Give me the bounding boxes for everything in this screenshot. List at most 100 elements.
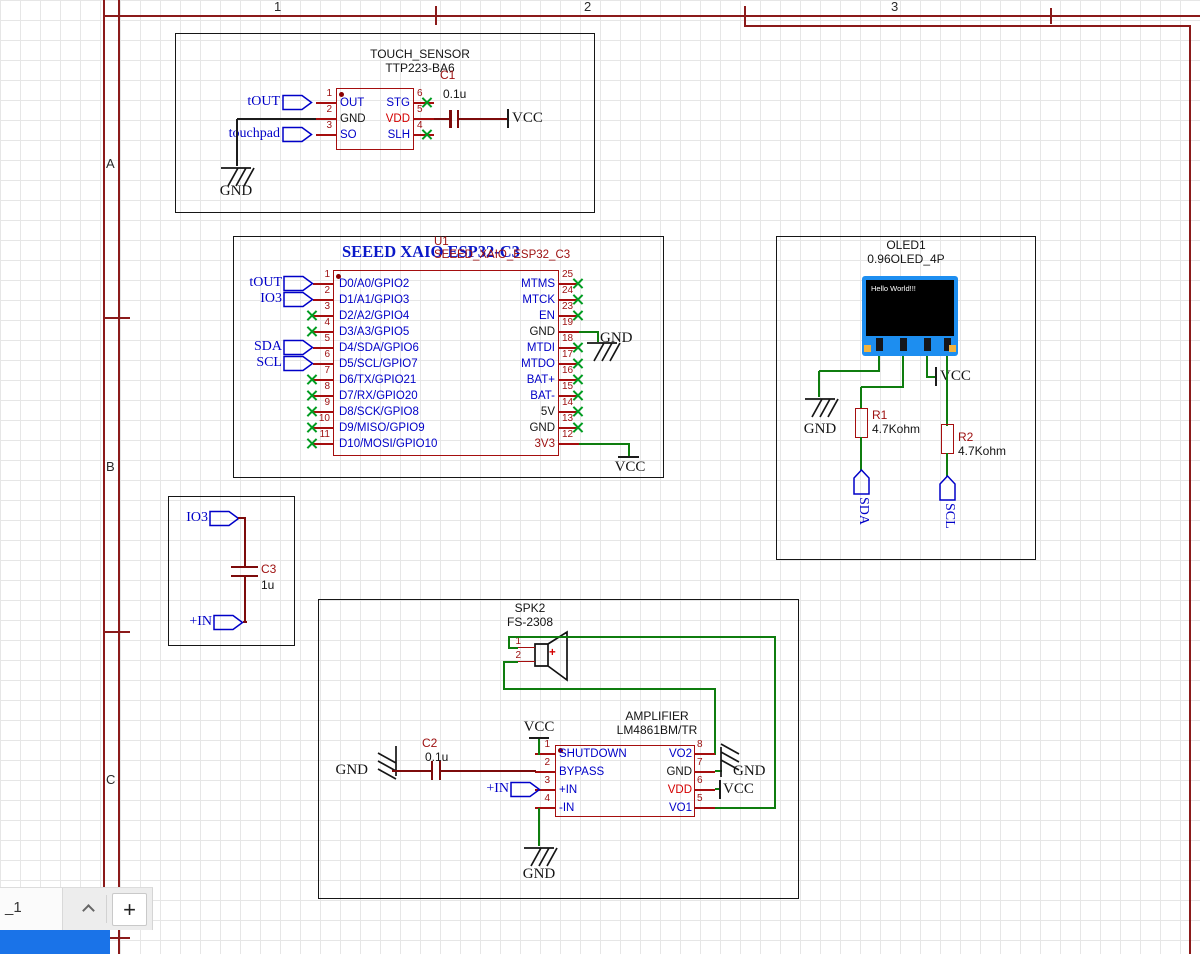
spk-part[interactable]: FS-2308	[494, 615, 566, 630]
wire[interactable]	[579, 443, 630, 445]
capacitor-plate[interactable]	[231, 566, 258, 569]
wire[interactable]	[860, 386, 904, 388]
pin-row[interactable]: 4 -IN VO1 5	[520, 793, 730, 817]
net-flag-arrow-icon[interactable]	[853, 469, 870, 495]
wire[interactable]	[773, 636, 776, 809]
part-name[interactable]: SEEED_XAIO_ESP32_C3	[434, 249, 570, 262]
pin-row[interactable]: 3 D2/A2/GPIO4 EN 23	[300, 301, 600, 324]
net-label-scl[interactable]: SCL	[240, 355, 282, 371]
resistor-refdes[interactable]: R2	[958, 430, 973, 445]
cap-refdes[interactable]: C3	[261, 562, 276, 577]
net-label-touchpad[interactable]: touchpad	[212, 126, 280, 142]
wire[interactable]	[502, 661, 505, 690]
no-connect-x-icon[interactable]	[572, 390, 583, 401]
net-label-scl[interactable]: SCL	[941, 503, 957, 539]
wire[interactable]	[503, 660, 518, 663]
no-connect-x-icon[interactable]	[572, 422, 583, 433]
net-flag-arrow-icon[interactable]	[283, 355, 314, 372]
resistor-value[interactable]: 4.7Kohm	[958, 444, 1006, 459]
wire[interactable]	[945, 356, 948, 426]
capacitor-plate[interactable]	[449, 110, 452, 128]
net-label-plus-in[interactable]: +IN	[473, 781, 509, 797]
wire[interactable]	[441, 770, 536, 772]
no-connect-x-icon[interactable]	[572, 406, 583, 417]
wire[interactable]	[244, 576, 246, 622]
part-name[interactable]: 0.96OLED_4P	[846, 252, 966, 267]
no-connect-x-icon[interactable]	[572, 374, 583, 385]
taskbar-fragment[interactable]	[0, 930, 110, 954]
wire[interactable]	[237, 118, 316, 120]
pin-row[interactable]: 8 D7/RX/GPIO20 BAT- 15	[300, 381, 600, 404]
ground-symbol-icon[interactable]	[800, 396, 840, 420]
wire[interactable]	[860, 437, 862, 471]
net-flag-arrow-icon[interactable]	[939, 475, 956, 501]
sheet-tab[interactable]: _1	[0, 888, 63, 930]
pin-row[interactable]: 11 D10/MOSI/GPIO10 3V3 12	[300, 429, 600, 452]
net-flag-arrow-icon[interactable]	[282, 94, 313, 111]
net-label-io3[interactable]: IO3	[170, 510, 208, 526]
schematic-canvas[interactable]: 1 2 3 A B C TOUCH_SENSOR TTP223-BA6 1 OU…	[0, 0, 1200, 954]
wire[interactable]	[459, 118, 507, 120]
refdes[interactable]: U1	[434, 236, 449, 249]
pin-row[interactable]: 9 D8/SCK/GPIO8 5V 14	[300, 397, 600, 420]
net-label-sda[interactable]: SDA	[238, 339, 282, 355]
resistor-refdes[interactable]: R1	[872, 408, 887, 423]
wire[interactable]	[579, 331, 599, 333]
net-label-plus-in[interactable]: +IN	[176, 614, 212, 630]
wire[interactable]	[392, 770, 432, 772]
pin-row[interactable]: 10 D9/MISO/GPIO9 GND 13	[300, 413, 600, 436]
wire[interactable]	[244, 518, 246, 567]
no-connect-x-icon[interactable]	[572, 294, 583, 305]
pin-row[interactable]: 7 D6/TX/GPIO21 BAT+ 16	[300, 365, 600, 388]
add-sheet-button[interactable]: +	[112, 893, 147, 926]
wire[interactable]	[901, 356, 904, 388]
no-connect-x-icon[interactable]	[572, 310, 583, 321]
chevron-up-icon[interactable]	[82, 904, 95, 917]
no-connect-x-icon[interactable]	[306, 438, 317, 449]
no-connect-x-icon[interactable]	[572, 278, 583, 289]
net-label-sda[interactable]: SDA	[855, 497, 871, 533]
resistor-r2[interactable]	[941, 424, 954, 454]
wire[interactable]	[945, 453, 948, 477]
wire[interactable]	[537, 739, 540, 755]
wire[interactable]	[925, 356, 928, 378]
wire[interactable]	[507, 635, 776, 638]
pin-row[interactable]: 5 D4/SDA/GPIO6 MTDI 18	[300, 333, 600, 356]
pin-row[interactable]: 1 D0/A0/GPIO2 MTMS 25	[300, 269, 600, 292]
wire[interactable]	[818, 370, 880, 372]
net-label-io3[interactable]: IO3	[242, 291, 282, 307]
refdes[interactable]: OLED1	[846, 238, 966, 253]
cap-value[interactable]: 0.1u	[443, 87, 466, 102]
pin-row[interactable]: 4 D3/A3/GPIO5 GND 19	[300, 317, 600, 340]
pin-row[interactable]: 2 D1/A1/GPIO3 MTCK 24	[300, 285, 600, 308]
cap-value[interactable]: 0.1u	[425, 750, 448, 765]
wire[interactable]	[236, 119, 238, 166]
net-flag-arrow-icon[interactable]	[283, 339, 314, 356]
resistor-r1[interactable]	[855, 408, 868, 438]
wire[interactable]	[508, 646, 518, 649]
net-label-tout[interactable]: tOUT	[232, 275, 282, 291]
cap-refdes[interactable]: C1	[440, 68, 455, 83]
net-flag-arrow-icon[interactable]	[283, 291, 314, 308]
spk-refdes[interactable]: SPK2	[494, 601, 566, 616]
net-flag-arrow-icon[interactable]	[510, 781, 541, 798]
wire[interactable]	[537, 808, 540, 846]
net-flag-arrow-icon[interactable]	[283, 275, 314, 292]
net-flag-arrow-icon[interactable]	[209, 510, 240, 527]
net-flag-arrow-icon[interactable]	[282, 126, 313, 143]
pin-row[interactable]: 6 D5/SCL/GPIO7 MTDO 17	[300, 349, 600, 372]
wire[interactable]	[860, 387, 862, 409]
net-flag-arrow-icon[interactable]	[213, 614, 244, 631]
wire[interactable]	[507, 636, 510, 648]
resistor-value[interactable]: 4.7Kohm	[872, 422, 920, 437]
no-connect-x-icon[interactable]	[421, 129, 432, 140]
cap-refdes[interactable]: C2	[422, 736, 437, 751]
ground-symbol-icon[interactable]	[375, 741, 399, 781]
pin-row[interactable]: 3 SO SLH 4	[300, 120, 450, 143]
wire[interactable]	[818, 371, 820, 397]
column-label: 2	[584, 0, 592, 14]
wire[interactable]	[502, 688, 716, 690]
oled-module[interactable]: Hello World!!!	[862, 276, 958, 356]
cap-value[interactable]: 1u	[261, 578, 274, 593]
net-label-tout[interactable]: tOUT	[228, 94, 280, 110]
